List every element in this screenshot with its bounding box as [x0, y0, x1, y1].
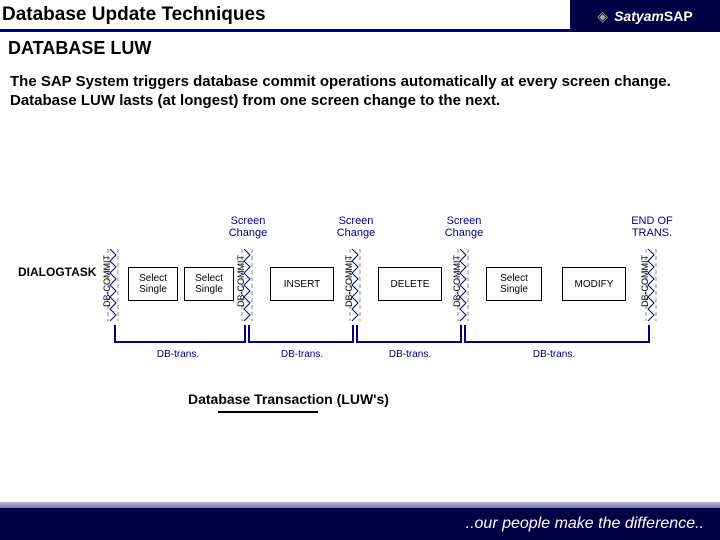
op-box-3: INSERT — [270, 267, 334, 301]
top-label-3: Screen Change — [434, 215, 494, 239]
header-title-wrap: Database Update Techniques — [0, 0, 570, 32]
bracket-1 — [114, 325, 246, 343]
footer-main: ..our people make the difference.. — [0, 508, 720, 540]
brand-text: SatyamSAP — [614, 8, 693, 24]
db-commit-marker-4: DB-COMMIT — [456, 249, 470, 321]
op-box-5: Select Single — [486, 267, 542, 301]
section-subhead: DATABASE LUW — [0, 32, 720, 59]
top-label-1: Screen Change — [218, 215, 278, 239]
db-commit-label: DB-COMMIT — [640, 245, 650, 317]
footer-tagline: ..our people make the difference.. — [466, 515, 704, 533]
op-box-6: MODIFY — [562, 267, 626, 301]
db-commit-label: DB-COMMIT — [236, 245, 246, 317]
bracket-2 — [248, 325, 354, 343]
op-box-1: Select Single — [128, 267, 178, 301]
dbtrans-label-2: DB-trans. — [272, 349, 332, 360]
db-commit-label: DB-COMMIT — [102, 245, 112, 317]
bracket-4 — [464, 325, 650, 343]
top-label-4: END OF TRANS. — [622, 215, 682, 239]
company-mark-icon: ◈ — [597, 8, 608, 25]
caption-underline — [218, 411, 318, 413]
page-title: Database Update Techniques — [2, 4, 266, 25]
footer: ..our people make the difference.. — [0, 502, 720, 540]
dbtrans-label-1: DB-trans. — [148, 349, 208, 360]
diagram-caption: Database Transaction (LUW's) — [188, 391, 389, 407]
db-commit-marker-5: DB-COMMIT — [644, 249, 658, 321]
db-commit-marker-3: DB-COMMIT — [348, 249, 362, 321]
dbtrans-label-4: DB-trans. — [524, 349, 584, 360]
db-commit-marker-2: DB-COMMIT — [240, 249, 254, 321]
top-label-2: Screen Change — [326, 215, 386, 239]
db-commit-label: DB-COMMIT — [452, 245, 462, 317]
op-box-2: Select Single — [184, 267, 234, 301]
brand-suffix: SAP — [664, 8, 693, 24]
brand-logo: ◈ SatyamSAP — [570, 0, 720, 32]
brand-name: Satyam — [614, 8, 664, 24]
body-paragraph: The SAP System triggers database commit … — [0, 59, 720, 111]
db-commit-label: DB-COMMIT — [344, 245, 354, 317]
bracket-3 — [356, 325, 462, 343]
luw-diagram: DIALOGTASK Screen Change Screen Change S… — [18, 215, 702, 415]
op-box-4: DELETE — [378, 267, 442, 301]
db-commit-marker-1: DB-COMMIT — [106, 249, 120, 321]
dbtrans-label-3: DB-trans. — [380, 349, 440, 360]
dialogtask-label: DIALOGTASK — [18, 265, 96, 279]
header-bar: Database Update Techniques ◈ SatyamSAP — [0, 0, 720, 32]
